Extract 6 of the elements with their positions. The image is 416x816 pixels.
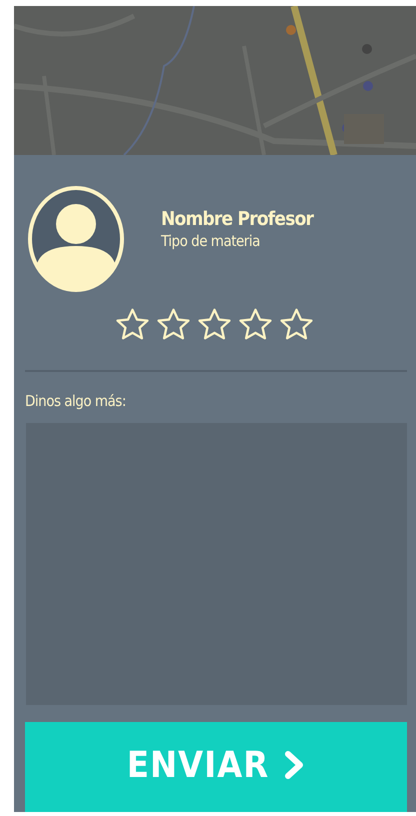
teacher-name: Nombre Profesor [161, 208, 314, 230]
comment-label: Dinos algo más: [25, 392, 127, 410]
subject-type: Tipo de materia [161, 232, 261, 250]
chevron-icon [283, 750, 306, 780]
avatar-icon [26, 184, 126, 294]
submit-button[interactable]: ENVIAR [25, 722, 407, 812]
